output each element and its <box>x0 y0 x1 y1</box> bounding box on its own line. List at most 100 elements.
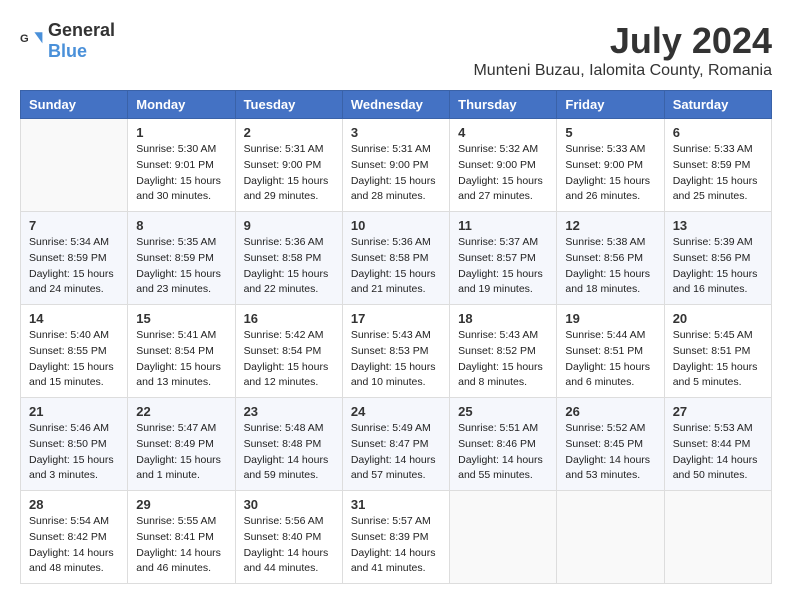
day-info: Sunrise: 5:36 AM Sunset: 8:58 PM Dayligh… <box>351 235 441 298</box>
calendar-day-cell: 15 Sunrise: 5:41 AM Sunset: 8:54 PM Dayli… <box>128 305 235 398</box>
day-info: Sunrise: 5:51 AM Sunset: 8:46 PM Dayligh… <box>458 421 548 484</box>
calendar-day-cell: 16Sunrise: 5:42 AM Sunset: 8:54 PM Dayli… <box>235 305 342 398</box>
calendar-day-cell <box>21 119 128 212</box>
calendar-week-row: 28 Sunrise: 5:54 AM Sunset: 8:42 PM Dayli… <box>21 491 772 584</box>
day-info: Sunrise: 5:45 AM Sunset: 8:51 PM Dayligh… <box>673 328 763 391</box>
day-of-week-header: Tuesday <box>235 91 342 119</box>
calendar-day-cell <box>557 491 664 584</box>
day-number: 8 <box>136 218 226 233</box>
calendar-day-cell: 4Sunrise: 5:32 AM Sunset: 9:00 PM Daylig… <box>450 119 557 212</box>
day-info: Sunrise: 5:33 AM Sunset: 8:59 PM Dayligh… <box>673 142 763 205</box>
day-info: Sunrise: 5:39 AM Sunset: 8:56 PM Dayligh… <box>673 235 763 298</box>
day-number: 9 <box>244 218 334 233</box>
day-info: Sunrise: 5:49 AM Sunset: 8:47 PM Dayligh… <box>351 421 441 484</box>
calendar-day-cell: 27 Sunrise: 5:53 AM Sunset: 8:44 PM Dayli… <box>664 398 771 491</box>
calendar-header: SundayMondayTuesdayWednesdayThursdayFrid… <box>21 91 772 119</box>
day-number: 1 <box>136 125 226 140</box>
day-info: Sunrise: 5:56 AM Sunset: 8:40 PM Dayligh… <box>244 514 334 577</box>
calendar-day-cell: 8 Sunrise: 5:35 AM Sunset: 8:59 PM Daylig… <box>128 212 235 305</box>
day-info: Sunrise: 5:43 AM Sunset: 8:52 PM Dayligh… <box>458 328 548 391</box>
calendar-day-cell: 2Sunrise: 5:31 AM Sunset: 9:00 PM Daylig… <box>235 119 342 212</box>
calendar-day-cell: 3 Sunrise: 5:31 AM Sunset: 9:00 PM Daylig… <box>342 119 449 212</box>
calendar-day-cell: 1 Sunrise: 5:30 AM Sunset: 9:01 PM Daylig… <box>128 119 235 212</box>
day-number: 30 <box>244 497 334 512</box>
day-number: 14 <box>29 311 119 326</box>
day-info: Sunrise: 5:36 AM Sunset: 8:58 PM Dayligh… <box>244 235 334 298</box>
day-number: 18 <box>458 311 548 326</box>
calendar-day-cell <box>450 491 557 584</box>
day-info: Sunrise: 5:44 AM Sunset: 8:51 PM Dayligh… <box>565 328 655 391</box>
day-number: 11 <box>458 218 548 233</box>
calendar-day-cell: 17 Sunrise: 5:43 AM Sunset: 8:53 PM Dayli… <box>342 305 449 398</box>
day-number: 20 <box>673 311 763 326</box>
day-number: 29 <box>136 497 226 512</box>
day-info: Sunrise: 5:47 AM Sunset: 8:49 PM Dayligh… <box>136 421 226 484</box>
day-number: 21 <box>29 404 119 419</box>
day-number: 17 <box>351 311 441 326</box>
day-number: 5 <box>565 125 655 140</box>
day-of-week-header: Wednesday <box>342 91 449 119</box>
logo: G General Blue <box>20 20 115 62</box>
calendar-day-cell: 9 Sunrise: 5:36 AM Sunset: 8:58 PM Daylig… <box>235 212 342 305</box>
day-number: 28 <box>29 497 119 512</box>
calendar-day-cell: 7Sunrise: 5:34 AM Sunset: 8:59 PM Daylig… <box>21 212 128 305</box>
calendar-day-cell: 13 Sunrise: 5:39 AM Sunset: 8:56 PM Dayli… <box>664 212 771 305</box>
calendar-day-cell: 30 Sunrise: 5:56 AM Sunset: 8:40 PM Dayli… <box>235 491 342 584</box>
day-number: 24 <box>351 404 441 419</box>
calendar-week-row: 21Sunrise: 5:46 AM Sunset: 8:50 PM Dayli… <box>21 398 772 491</box>
calendar-day-cell: 26Sunrise: 5:52 AM Sunset: 8:45 PM Dayli… <box>557 398 664 491</box>
month-year-title: July 2024 <box>473 20 772 62</box>
day-info: Sunrise: 5:34 AM Sunset: 8:59 PM Dayligh… <box>29 235 119 298</box>
day-number: 22 <box>136 404 226 419</box>
day-info: Sunrise: 5:53 AM Sunset: 8:44 PM Dayligh… <box>673 421 763 484</box>
day-of-week-header: Monday <box>128 91 235 119</box>
calendar-week-row: 14 Sunrise: 5:40 AM Sunset: 8:55 PM Dayli… <box>21 305 772 398</box>
day-number: 6 <box>673 125 763 140</box>
calendar-day-cell: 6 Sunrise: 5:33 AM Sunset: 8:59 PM Daylig… <box>664 119 771 212</box>
calendar-day-cell: 20 Sunrise: 5:45 AM Sunset: 8:51 PM Dayli… <box>664 305 771 398</box>
calendar-day-cell: 28 Sunrise: 5:54 AM Sunset: 8:42 PM Dayli… <box>21 491 128 584</box>
day-info: Sunrise: 5:42 AM Sunset: 8:54 PM Dayligh… <box>244 328 334 391</box>
day-number: 19 <box>565 311 655 326</box>
day-number: 2 <box>244 125 334 140</box>
day-number: 4 <box>458 125 548 140</box>
calendar-day-cell: 5 Sunrise: 5:33 AM Sunset: 9:00 PM Daylig… <box>557 119 664 212</box>
day-number: 13 <box>673 218 763 233</box>
day-number: 10 <box>351 218 441 233</box>
calendar-day-cell: 29 Sunrise: 5:55 AM Sunset: 8:41 PM Dayli… <box>128 491 235 584</box>
day-info: Sunrise: 5:41 AM Sunset: 8:54 PM Dayligh… <box>136 328 226 391</box>
day-info: Sunrise: 5:38 AM Sunset: 8:56 PM Dayligh… <box>565 235 655 298</box>
day-info: Sunrise: 5:55 AM Sunset: 8:41 PM Dayligh… <box>136 514 226 577</box>
day-info: Sunrise: 5:57 AM Sunset: 8:39 PM Dayligh… <box>351 514 441 577</box>
calendar-week-row: 7Sunrise: 5:34 AM Sunset: 8:59 PM Daylig… <box>21 212 772 305</box>
day-info: Sunrise: 5:35 AM Sunset: 8:59 PM Dayligh… <box>136 235 226 298</box>
location-subtitle: Munteni Buzau, Ialomita County, Romania <box>473 62 772 80</box>
calendar-day-cell: 19 Sunrise: 5:44 AM Sunset: 8:51 PM Dayli… <box>557 305 664 398</box>
day-info: Sunrise: 5:40 AM Sunset: 8:55 PM Dayligh… <box>29 328 119 391</box>
day-of-week-header: Sunday <box>21 91 128 119</box>
day-number: 27 <box>673 404 763 419</box>
title-section: July 2024 Munteni Buzau, Ialomita County… <box>473 20 772 80</box>
day-info: Sunrise: 5:54 AM Sunset: 8:42 PM Dayligh… <box>29 514 119 577</box>
day-number: 15 <box>136 311 226 326</box>
calendar-day-cell: 25Sunrise: 5:51 AM Sunset: 8:46 PM Dayli… <box>450 398 557 491</box>
page-header: G General Blue July 2024 Munteni Buzau, … <box>20 20 772 80</box>
day-of-week-header: Saturday <box>664 91 771 119</box>
day-info: Sunrise: 5:48 AM Sunset: 8:48 PM Dayligh… <box>244 421 334 484</box>
day-info: Sunrise: 5:52 AM Sunset: 8:45 PM Dayligh… <box>565 421 655 484</box>
day-info: Sunrise: 5:43 AM Sunset: 8:53 PM Dayligh… <box>351 328 441 391</box>
logo-general: General <box>48 20 115 40</box>
day-number: 3 <box>351 125 441 140</box>
day-number: 31 <box>351 497 441 512</box>
calendar-day-cell: 18 Sunrise: 5:43 AM Sunset: 8:52 PM Dayli… <box>450 305 557 398</box>
day-info: Sunrise: 5:30 AM Sunset: 9:01 PM Dayligh… <box>136 142 226 205</box>
logo-blue: Blue <box>48 41 87 61</box>
day-number: 12 <box>565 218 655 233</box>
calendar-day-cell: 24 Sunrise: 5:49 AM Sunset: 8:47 PM Dayli… <box>342 398 449 491</box>
calendar-day-cell: 11Sunrise: 5:37 AM Sunset: 8:57 PM Dayli… <box>450 212 557 305</box>
calendar-day-cell: 10 Sunrise: 5:36 AM Sunset: 8:58 PM Dayli… <box>342 212 449 305</box>
calendar-day-cell: 12 Sunrise: 5:38 AM Sunset: 8:56 PM Dayli… <box>557 212 664 305</box>
day-info: Sunrise: 5:31 AM Sunset: 9:00 PM Dayligh… <box>351 142 441 205</box>
calendar-table: SundayMondayTuesdayWednesdayThursdayFrid… <box>20 90 772 584</box>
day-info: Sunrise: 5:33 AM Sunset: 9:00 PM Dayligh… <box>565 142 655 205</box>
